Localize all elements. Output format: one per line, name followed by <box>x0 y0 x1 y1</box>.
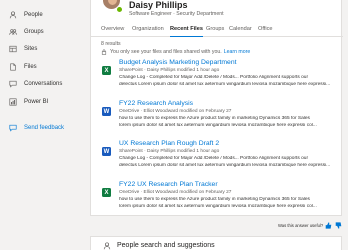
presence-available-icon <box>116 6 123 13</box>
nav-item-sites[interactable]: Sites <box>8 43 37 55</box>
nav-item-conversations[interactable]: Conversations <box>8 78 62 90</box>
scope-note-text: You only see your files and files shared… <box>110 49 222 55</box>
result-snippet: delectus Lorem ipsum dolor sit amet lux … <box>119 163 331 168</box>
tab-calendar[interactable]: Calendar <box>229 26 252 37</box>
profile-tabs: Overview Organization Recent Files Group… <box>91 25 343 37</box>
powerbi-icon <box>8 98 17 107</box>
nav-item-label: Sites <box>24 46 38 52</box>
groups-icon <box>8 28 17 37</box>
nav-item-label: Groups <box>24 29 44 35</box>
files-icon <box>8 63 17 72</box>
helpful-prompt: Was this answer useful? <box>278 223 324 228</box>
result-snippet: lorem ipsum dolor sit amet lux aeternum … <box>119 123 317 128</box>
nav-item-groups[interactable]: Groups <box>8 26 44 38</box>
result-snippet: how to use them to express the Azure pro… <box>119 197 310 202</box>
result-snippet: Change Log - Completed for Major Add /De… <box>119 156 309 161</box>
result-snippet: how to use them to express the Azure pro… <box>119 116 310 121</box>
scope-note: You only see your files and files shared… <box>101 49 250 55</box>
feedback-icon <box>8 124 17 133</box>
nav-item-label: Conversations <box>24 81 63 87</box>
nav-item-label: Files <box>24 64 37 70</box>
result-title[interactable]: FY22 UX Research Plan Tracker <box>119 181 218 188</box>
tab-organization[interactable]: Organization <box>132 26 164 37</box>
result-meta: OneDrive · Elliot Woodward modified on F… <box>119 190 232 195</box>
tab-groups[interactable]: Groups <box>206 26 224 37</box>
result-title[interactable]: Budget Analysis Marketing Department <box>119 59 237 66</box>
thumbs-up-icon[interactable] <box>325 222 333 229</box>
lock-icon <box>101 49 107 55</box>
result-meta: SharePoint · Daisy Phillips modified 1 h… <box>119 149 220 154</box>
people-icon <box>8 11 17 20</box>
nav-item-files[interactable]: Files <box>8 61 37 73</box>
learn-more-link[interactable]: Learn more <box>224 49 251 55</box>
people-search-card[interactable]: People search and suggestions <box>90 236 342 250</box>
result-meta: SharePoint · Daisy Phillips modified 1 h… <box>119 68 220 73</box>
tab-office[interactable]: Office <box>258 26 273 37</box>
word-file-icon: W <box>102 107 111 116</box>
people-icon <box>103 242 111 250</box>
people-section-title: People search and suggestions <box>117 242 215 249</box>
result-snippet: lorem ipsum dolor sit amet lux aeternum … <box>119 204 317 209</box>
nav-item-label: Power BI <box>24 99 49 105</box>
word-file-icon: W <box>102 147 111 156</box>
result-snippet: Change Log - Completed for Major Add /De… <box>119 75 309 80</box>
sites-icon <box>8 45 17 54</box>
excel-file-icon: X <box>102 188 111 197</box>
send-feedback-link[interactable]: Send feedback <box>8 122 64 134</box>
nav-item-label: People <box>24 12 43 18</box>
result-meta: OneDrive · Elliot Woodward modified on F… <box>119 109 232 114</box>
send-feedback-label: Send feedback <box>24 125 65 131</box>
result-title[interactable]: FY22 Research Analysis <box>119 100 193 107</box>
left-nav: People Groups Sites Files Conversations … <box>0 0 90 250</box>
conversations-icon <box>8 80 17 89</box>
profile-title: Software Engineer · Security Department <box>129 11 224 17</box>
tab-recent-files[interactable]: Recent Files <box>170 26 203 37</box>
answer-feedback: Was this answer useful? <box>278 222 343 229</box>
nav-item-people[interactable]: People <box>8 9 43 21</box>
thumbs-down-icon[interactable] <box>335 222 343 229</box>
nav-item-powerbi[interactable]: Power BI <box>8 96 48 108</box>
profile-card: Daisy Phillips Software Engineer · Secur… <box>90 0 343 216</box>
tab-overview[interactable]: Overview <box>101 26 124 37</box>
result-snippet: delectus Lorem ipsum dolor sit amet lux … <box>119 82 331 87</box>
excel-file-icon: X <box>102 66 111 75</box>
profile-name[interactable]: Daisy Phillips <box>129 0 188 10</box>
results-count: 8 results <box>101 41 121 47</box>
result-title[interactable]: UX Research Plan Rough Draft 2 <box>119 140 219 147</box>
